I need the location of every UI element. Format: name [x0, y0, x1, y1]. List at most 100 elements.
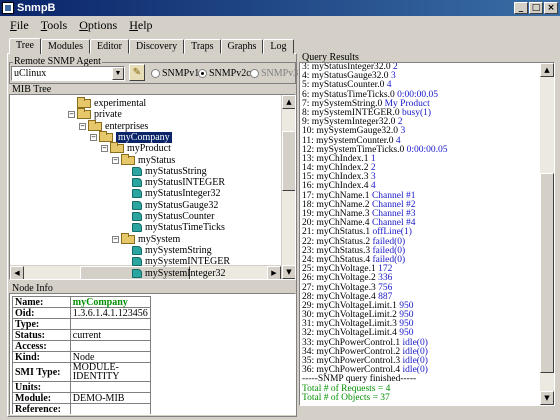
node-info-value — [69, 340, 151, 352]
node-info-row: SMI Type: MODULE-IDENTITY — [12, 362, 151, 382]
tree-vertical-scrollbar[interactable]: ▲ ▼ — [281, 95, 295, 279]
mib-tree[interactable]: ▲ ▼ ◀ ▶ experimental − private − enterprises… — [9, 94, 296, 280]
node-info-value — [69, 381, 151, 393]
collapse-icon[interactable]: − — [112, 156, 119, 164]
leaf-node-icon — [132, 200, 142, 210]
node-info-value: MODULE-IDENTITY — [69, 362, 151, 382]
result-value: busy(1) — [402, 107, 432, 118]
close-button[interactable]: × — [544, 2, 558, 14]
result-value: 3 — [390, 71, 396, 82]
leaf-node-icon — [132, 223, 142, 233]
scroll-left-icon[interactable]: ◀ — [10, 266, 24, 279]
title-bar: SnmpB _ □ × — [0, 0, 560, 16]
node-info-row: Kind: Node — [12, 351, 151, 363]
chevron-down-icon[interactable]: ▼ — [112, 67, 124, 80]
tab-log[interactable]: Log — [263, 39, 294, 54]
node-info-value — [70, 415, 150, 416]
tree-scroll-thumb[interactable] — [282, 131, 295, 191]
node-info-row: Units: — [12, 381, 151, 393]
radio-icon — [250, 69, 259, 78]
leaf-node-icon — [132, 178, 142, 188]
tree-node-mystatusgauge32[interactable]: myStatusGauge32 — [123, 200, 218, 211]
tab-graphs[interactable]: Graphs — [220, 39, 264, 54]
scroll-down-icon[interactable]: ▼ — [282, 265, 295, 279]
node-info-row: Name: myCompany — [12, 296, 151, 308]
tree-node-label: mySystemInteger32 — [145, 267, 226, 279]
query-results[interactable]: 3: myStatusInteger32.0 2 4: myStatusGauge… — [299, 62, 555, 406]
agent-select[interactable]: uClinux ▼ — [11, 66, 125, 81]
tree-node-label: myStatusString — [145, 165, 207, 177]
results-scroll-thumb[interactable] — [540, 173, 554, 373]
agent-profile-icon[interactable]: ✎ — [129, 64, 145, 81]
collapse-icon[interactable]: − — [90, 133, 97, 141]
tree-node-label: enterprises — [105, 120, 149, 132]
node-info-key: Kind: — [12, 351, 71, 363]
tab-traps[interactable]: Traps — [184, 39, 221, 54]
tree-node-mysystem[interactable]: − mySystem — [112, 232, 181, 245]
tab-bar: Tree Modules Editor Discovery Traps Graphs Log — [9, 38, 294, 54]
node-info-row: Description: — [13, 415, 151, 416]
node-info-value: Node — [69, 351, 151, 363]
tree-node-mysysteminteger32[interactable]: mySystemInteger32 — [123, 268, 226, 279]
folder-icon — [77, 97, 91, 108]
tab-modules[interactable]: Modules — [40, 39, 90, 54]
maximize-button[interactable]: □ — [529, 2, 543, 14]
scroll-up-icon[interactable]: ▲ — [282, 95, 295, 109]
snmpv1-radio[interactable]: SNMPv1 — [151, 68, 199, 79]
tab-discovery[interactable]: Discovery — [128, 39, 185, 54]
node-info-value: current — [69, 329, 151, 341]
collapse-icon[interactable]: − — [101, 145, 108, 153]
menu-help[interactable]: Help — [123, 18, 158, 33]
tree-node-myproduct[interactable]: − myProduct — [101, 142, 171, 155]
menu-tools[interactable]: Tools — [35, 18, 74, 33]
collapse-icon[interactable]: − — [79, 122, 86, 130]
tree-node-mysystemstring[interactable]: mySystemString — [123, 245, 212, 256]
tree-node-enterprises[interactable]: − enterprises — [79, 119, 149, 132]
tab-tree[interactable]: Tree — [9, 38, 41, 54]
tree-node-mystatustimeticks[interactable]: myStatusTimeTicks — [123, 222, 225, 233]
tab-editor[interactable]: Editor — [89, 39, 129, 54]
tree-node-label: myCompany — [116, 131, 172, 143]
menu-bar: File Tools Options Help — [0, 16, 560, 34]
scroll-up-icon[interactable]: ▲ — [540, 63, 554, 77]
node-info-row: Access: — [12, 340, 151, 352]
node-info-value — [69, 318, 151, 330]
leaf-node-icon — [132, 166, 142, 176]
tree-node-label: myStatusCounter — [145, 211, 215, 222]
tree-node-label: myStatusTimeTicks — [145, 222, 225, 234]
tree-node-mystatuscounter[interactable]: myStatusCounter — [123, 211, 214, 222]
tree-node-mystatusinteger32[interactable]: myStatusInteger32 — [123, 188, 221, 199]
scroll-down-icon[interactable]: ▼ — [540, 391, 554, 405]
tree-node-mystatusstring[interactable]: myStatusString — [123, 166, 207, 177]
tree-node-label: myProduct — [127, 143, 171, 155]
scroll-right-icon[interactable]: ▶ — [267, 266, 281, 279]
folder-icon — [88, 119, 102, 131]
radio-checked-icon — [198, 69, 207, 78]
result-value: 3 — [400, 126, 406, 137]
tree-node-mystatus[interactable]: − myStatus — [112, 153, 175, 166]
node-info-panel: Name: myCompany Oid: 1.3.6.1.4.1.123456 Type… — [9, 293, 296, 415]
snmpv3-radio[interactable]: SNMPv3 — [250, 68, 298, 79]
node-info-row: Module: DEMO-MIB — [12, 392, 151, 404]
tree-node-mystatusinteger[interactable]: myStatusINTEGER — [123, 177, 225, 188]
collapse-icon[interactable]: − — [68, 111, 75, 119]
folder-icon — [99, 130, 113, 142]
node-info-key: Reference: — [12, 403, 71, 414]
tree-node-mycompany[interactable]: − myCompany — [90, 130, 172, 143]
tree-node-label: mySystemString — [145, 244, 212, 256]
results-vertical-scrollbar[interactable]: ▲ ▼ — [540, 63, 554, 405]
node-info-table: Name: myCompany Oid: 1.3.6.1.4.1.123456 Type… — [12, 296, 151, 416]
node-info-row: Status: current — [12, 329, 151, 341]
app-icon — [2, 2, 14, 14]
snmpv2c-radio[interactable]: SNMPv2c — [198, 68, 251, 79]
menu-options[interactable]: Options — [73, 18, 123, 33]
tree-node-mysysteminteger[interactable]: mySystemINTEGER — [123, 256, 230, 267]
menu-file[interactable]: File — [4, 18, 35, 33]
folder-icon — [77, 108, 91, 120]
snmpv1-label: SNMPv1 — [162, 68, 200, 79]
collapse-icon[interactable]: − — [112, 235, 119, 243]
window-title: SnmpB — [17, 2, 56, 14]
minimize-button[interactable]: _ — [514, 2, 528, 14]
node-info-row: Reference: — [12, 403, 151, 414]
tree-node-label: mySystem — [138, 233, 181, 245]
